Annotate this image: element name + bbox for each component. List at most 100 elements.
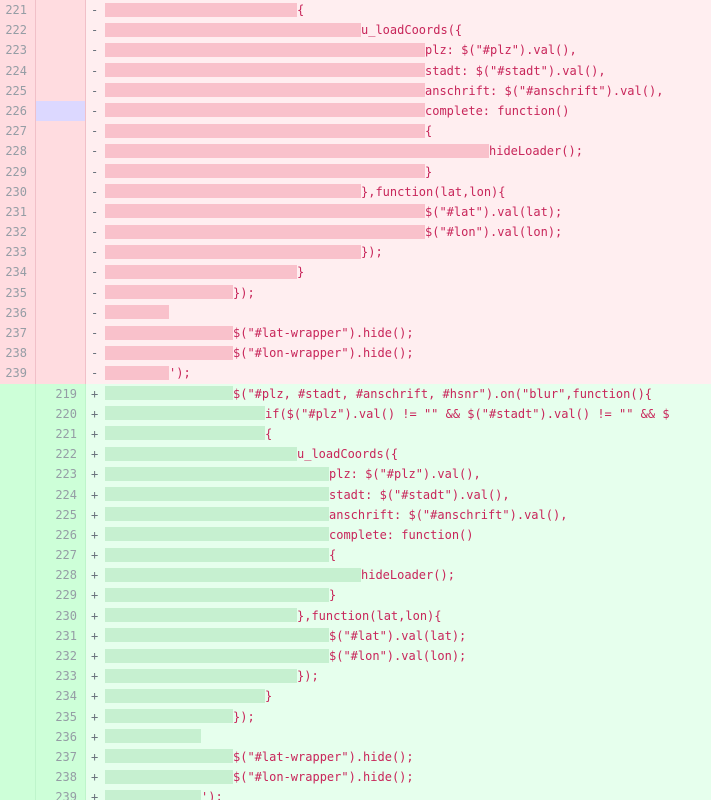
added-line[interactable]: 239 + '); (0, 787, 711, 800)
added-line[interactable]: 238 + $("#lon-wrapper").hide(); (0, 767, 711, 788)
new-line-number[interactable] (36, 302, 86, 323)
new-line-number[interactable]: 231 (36, 625, 86, 646)
deleted-line[interactable]: 227 - { (0, 121, 711, 142)
old-line-number[interactable] (0, 585, 36, 606)
new-line-number[interactable] (36, 60, 86, 81)
new-line-number[interactable] (36, 181, 86, 202)
deleted-line[interactable]: 239 - '); (0, 363, 711, 384)
old-line-number[interactable]: 233 (0, 242, 36, 263)
deleted-line[interactable]: 229 -} (0, 161, 711, 182)
deleted-line[interactable]: 237 - $("#lat-wrapper").hide(); (0, 323, 711, 344)
old-line-number[interactable]: 237 (0, 323, 36, 344)
old-line-number[interactable] (0, 746, 36, 768)
new-line-number[interactable]: 235 (36, 706, 86, 727)
old-line-number[interactable] (0, 787, 36, 800)
old-line-number[interactable]: 228 (0, 141, 36, 162)
new-line-number[interactable] (36, 20, 86, 41)
old-line-number[interactable]: 224 (0, 60, 36, 81)
deleted-line[interactable]: 223 - plz: $("#plz").val(), (0, 40, 711, 61)
new-line-number[interactable] (36, 282, 86, 303)
new-line-number[interactable] (36, 40, 86, 61)
deleted-line[interactable]: 238 - $("#lon-wrapper").hide(); (0, 343, 711, 364)
old-line-number[interactable] (0, 666, 36, 687)
old-line-number[interactable] (0, 484, 36, 505)
new-line-number[interactable]: 224 (36, 484, 86, 505)
new-line-number[interactable] (36, 121, 86, 142)
added-line[interactable]: 220 + if($("#plz").val() != "" && $("#stad… (0, 403, 711, 424)
added-line[interactable]: 234 +} (0, 686, 711, 707)
new-line-number[interactable]: 225 (36, 504, 86, 525)
old-line-number[interactable]: 226 (0, 100, 36, 122)
old-line-number[interactable]: 234 (0, 262, 36, 283)
new-line-number[interactable] (36, 363, 86, 384)
added-line[interactable]: 232 + $("#lon").val(lon); (0, 646, 711, 667)
added-line[interactable]: 229 +} (0, 585, 711, 606)
new-line-number[interactable]: 220 (36, 403, 86, 424)
added-line[interactable]: 227 + { (0, 545, 711, 566)
old-line-number[interactable] (0, 625, 36, 646)
new-line-number[interactable] (36, 222, 86, 243)
new-line-number[interactable]: 227 (36, 545, 86, 566)
deleted-line[interactable]: 225 - anschrift: $("#anschrift").val(), (0, 80, 711, 101)
new-line-number[interactable]: 223 (36, 464, 86, 485)
old-line-number[interactable]: 231 (0, 201, 36, 223)
new-line-number[interactable]: 222 (36, 444, 86, 465)
added-line[interactable]: 219 + $("#plz, #stadt, #anschrift, #hsnr")… (0, 383, 711, 404)
added-line[interactable]: 224 + stadt: $("#stadt").val(), (0, 484, 711, 505)
new-line-number[interactable] (36, 0, 86, 21)
old-line-number[interactable]: 223 (0, 40, 36, 61)
new-line-number[interactable]: 230 (36, 605, 86, 626)
old-line-number[interactable]: 235 (0, 282, 36, 303)
added-line[interactable]: 221 + { (0, 423, 711, 445)
old-line-number[interactable] (0, 383, 36, 404)
new-line-number[interactable] (36, 100, 86, 122)
new-line-number[interactable] (36, 343, 86, 364)
added-line[interactable]: 235 +}); (0, 706, 711, 727)
old-line-number[interactable]: 222 (0, 20, 36, 41)
new-line-number[interactable] (36, 161, 86, 182)
old-line-number[interactable]: 229 (0, 161, 36, 182)
old-line-number[interactable] (0, 726, 36, 747)
new-line-number[interactable] (36, 242, 86, 263)
deleted-line[interactable]: 232 - $("#lon").val(lon); (0, 222, 711, 243)
deleted-line[interactable]: 234 -} (0, 262, 711, 283)
deleted-line[interactable]: 224 - stadt: $("#stadt").val(), (0, 60, 711, 81)
old-line-number[interactable] (0, 444, 36, 465)
added-line[interactable]: 223 + plz: $("#plz").val(), (0, 464, 711, 485)
old-line-number[interactable]: 227 (0, 121, 36, 142)
old-line-number[interactable] (0, 545, 36, 566)
deleted-line[interactable]: 235 -}); (0, 282, 711, 303)
new-line-number[interactable]: 238 (36, 767, 86, 788)
old-line-number[interactable]: 236 (0, 302, 36, 323)
old-line-number[interactable] (0, 524, 36, 546)
new-line-number[interactable]: 234 (36, 686, 86, 707)
deleted-line[interactable]: 228 - hideLoader(); (0, 141, 711, 162)
old-line-number[interactable] (0, 605, 36, 626)
old-line-number[interactable]: 238 (0, 343, 36, 364)
new-line-number[interactable] (36, 201, 86, 223)
new-line-number[interactable] (36, 262, 86, 283)
deleted-line[interactable]: 233 -}); (0, 242, 711, 263)
deleted-line[interactable]: 236 - (0, 302, 711, 323)
old-line-number[interactable] (0, 403, 36, 424)
old-line-number[interactable] (0, 565, 36, 586)
added-line[interactable]: 225 + anschrift: $("#anschrift").val(), (0, 504, 711, 525)
new-line-number[interactable]: 236 (36, 726, 86, 747)
deleted-line[interactable]: 221 - { (0, 0, 711, 21)
old-line-number[interactable] (0, 767, 36, 788)
deleted-line[interactable]: 230 -},function(lat,lon){ (0, 181, 711, 202)
new-line-number[interactable]: 233 (36, 666, 86, 687)
old-line-number[interactable] (0, 423, 36, 445)
added-line[interactable]: 236 + (0, 726, 711, 747)
deleted-line[interactable]: 231 - $("#lat").val(lat); (0, 201, 711, 223)
added-line[interactable]: 233 +}); (0, 666, 711, 687)
old-line-number[interactable]: 232 (0, 222, 36, 243)
added-line[interactable]: 237 + $("#lat-wrapper").hide(); (0, 746, 711, 768)
old-line-number[interactable]: 221 (0, 0, 36, 21)
deleted-line[interactable]: 226 - complete: function() (0, 100, 711, 122)
new-line-number[interactable]: 232 (36, 646, 86, 667)
new-line-number[interactable]: 237 (36, 746, 86, 768)
added-line[interactable]: 226 + complete: function() (0, 524, 711, 546)
new-line-number[interactable] (36, 141, 86, 162)
added-line[interactable]: 231 + $("#lat").val(lat); (0, 625, 711, 646)
